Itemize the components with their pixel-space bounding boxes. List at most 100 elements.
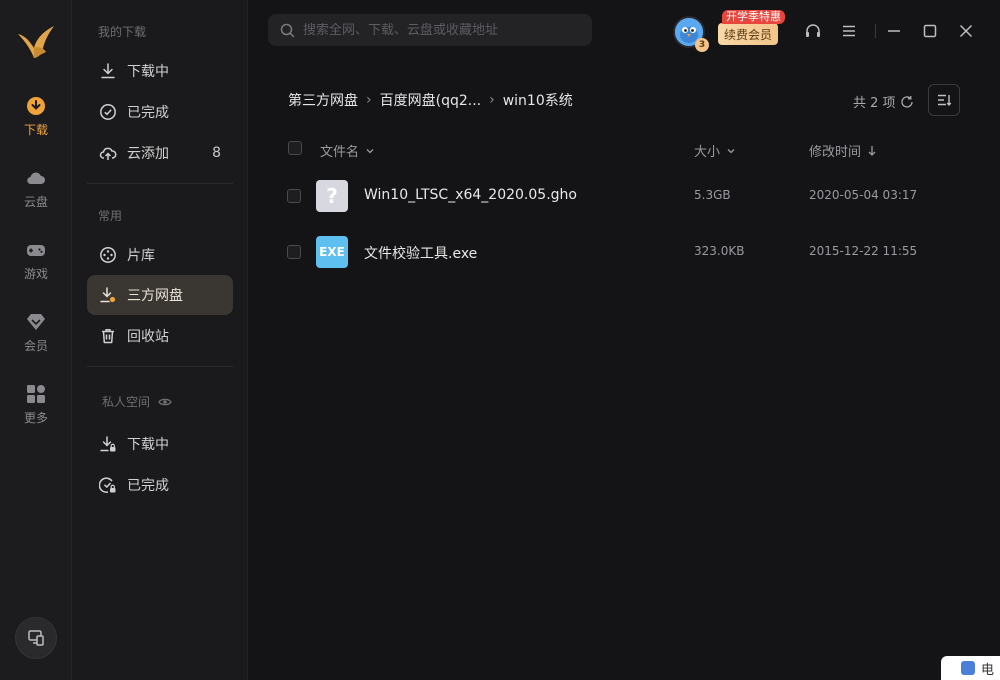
gamepad-icon xyxy=(27,245,45,256)
primary-nav-rail: 下载 云盘 游戏 会员 更多 xyxy=(0,0,72,680)
remote-device-button[interactable] xyxy=(15,617,57,659)
breadcrumb-item[interactable]: 百度网盘(qq2... xyxy=(380,90,482,110)
section-heading-my-downloads: 我的下载 xyxy=(98,25,147,39)
sidebar-item-private-completed[interactable]: 已完成 xyxy=(87,465,233,505)
file-modified: 2020-05-04 03:17 xyxy=(809,188,918,202)
rail-item-label: 更多 xyxy=(23,411,48,425)
close-icon[interactable] xyxy=(957,22,975,40)
floating-popup[interactable]: 电 xyxy=(941,656,1000,680)
sidebar-item-label: 下载中 xyxy=(127,437,169,453)
avatar[interactable]: 3 xyxy=(673,16,709,52)
vip-promo: 续费会员 开学季特惠 xyxy=(718,10,785,46)
search-icon xyxy=(280,23,295,37)
search-bar[interactable] xyxy=(268,14,592,46)
sidebar-item-completed[interactable]: 已完成 xyxy=(87,92,233,132)
rail-item-more[interactable]: 更多 xyxy=(0,383,72,439)
column-header-label: 文件名 xyxy=(320,145,360,160)
download-circle-icon xyxy=(27,97,45,115)
sidebar-item-label: 云添加 xyxy=(127,146,169,162)
sidebar-divider xyxy=(87,366,233,367)
sidebar-item-private-downloading[interactable]: 下载中 xyxy=(87,424,233,464)
grid-icon xyxy=(27,385,45,403)
download-arrow-icon xyxy=(101,63,115,79)
row-checkbox[interactable] xyxy=(287,189,301,203)
promo-tag: 开学季特惠 xyxy=(722,10,785,24)
chevron-down-icon xyxy=(727,148,735,153)
sidebar-item-label: 片库 xyxy=(127,248,155,264)
thunder-bird-logo-icon xyxy=(18,26,54,58)
breadcrumb-item[interactable]: 第三方网盘 xyxy=(288,90,358,110)
chevron-right-icon: › xyxy=(366,92,372,108)
check-circle-icon xyxy=(100,104,116,120)
sort-view-button[interactable] xyxy=(928,84,960,116)
column-header-modified[interactable]: 修改时间 xyxy=(809,141,877,160)
column-header-name[interactable]: 文件名 xyxy=(320,141,375,160)
sort-list-icon xyxy=(938,94,952,107)
file-modified: 2015-12-22 11:55 xyxy=(809,244,918,258)
renew-vip-button[interactable]: 续费会员 xyxy=(718,23,778,45)
refresh-icon[interactable] xyxy=(900,95,914,109)
sidebar-item-label: 三方网盘 xyxy=(127,288,183,304)
locked-download-icon xyxy=(100,436,116,452)
rail-item-label: 游戏 xyxy=(23,267,48,281)
sidebar-item-label: 已完成 xyxy=(127,105,169,121)
file-name[interactable]: 文件校验工具.exe xyxy=(364,243,477,263)
cloud-icon xyxy=(27,172,45,185)
exe-file-icon: EXE xyxy=(316,236,348,268)
titlebar-divider xyxy=(875,24,876,38)
sidebar-divider xyxy=(87,183,233,184)
remote-device-icon xyxy=(28,630,44,646)
column-header-size[interactable]: 大小 xyxy=(694,141,736,160)
secondary-sidebar: 我的下载 下载中 已完成 云添加 8 常用 片库 三方网盘 回收站 私人空间 下… xyxy=(72,0,248,680)
rail-item-vip[interactable]: 会员 xyxy=(0,311,72,367)
file-name[interactable]: Win10_LTSC_x64_2020.05.gho xyxy=(364,187,577,203)
sidebar-item-library[interactable]: 片库 xyxy=(87,235,233,275)
column-header-label: 大小 xyxy=(694,145,721,160)
file-size: 323.0KB xyxy=(694,244,745,258)
sidebar-item-third-party-disk[interactable]: 三方网盘 xyxy=(87,275,233,315)
sidebar-item-downloading[interactable]: 下载中 xyxy=(87,51,233,91)
table-row[interactable]: EXE 文件校验工具.exe 323.0KB 2015-12-22 11:55 xyxy=(270,226,980,278)
sidebar-item-label: 已完成 xyxy=(127,478,169,494)
vip-level-badge: 3 xyxy=(695,38,709,52)
select-all-checkbox[interactable] xyxy=(288,141,302,155)
chevron-right-icon: › xyxy=(489,92,495,108)
sidebar-item-recycle-bin[interactable]: 回收站 xyxy=(87,316,233,356)
rail-item-label: 下载 xyxy=(23,123,48,137)
arrow-down-icon xyxy=(868,145,876,156)
section-heading-private: 私人空间 xyxy=(102,393,172,410)
file-icon-glyph: ? xyxy=(326,184,338,208)
rail-item-cloud[interactable]: 云盘 xyxy=(0,167,72,223)
maximize-icon[interactable] xyxy=(921,22,939,40)
file-icon-glyph: EXE xyxy=(319,245,345,259)
search-input[interactable] xyxy=(303,22,583,38)
section-heading-common: 常用 xyxy=(98,209,123,223)
sidebar-item-label: 下载中 xyxy=(127,64,169,80)
rail-item-games[interactable]: 游戏 xyxy=(0,239,72,295)
section-heading-label: 私人空间 xyxy=(102,395,151,409)
minimize-icon[interactable] xyxy=(885,22,903,40)
sidebar-item-cloud-add[interactable]: 云添加 8 xyxy=(87,133,233,173)
rail-item-label: 云盘 xyxy=(23,195,48,209)
unknown-file-icon: ? xyxy=(316,180,348,212)
third-party-download-icon xyxy=(100,287,116,303)
eye-icon[interactable] xyxy=(158,395,172,409)
app-icon xyxy=(961,661,975,675)
column-header-label: 修改时间 xyxy=(809,145,862,160)
popup-text: 电 xyxy=(981,662,995,678)
rail-item-label: 会员 xyxy=(23,339,48,353)
item-count-text: 共 2 项 xyxy=(853,96,896,111)
rail-item-download[interactable]: 下载 xyxy=(0,95,72,151)
menu-icon[interactable] xyxy=(840,22,858,40)
diamond-icon xyxy=(27,314,45,330)
chevron-down-icon xyxy=(366,148,374,153)
row-checkbox[interactable] xyxy=(287,245,301,259)
headset-icon[interactable] xyxy=(804,22,822,40)
film-reel-icon xyxy=(100,247,116,263)
trash-icon xyxy=(102,329,114,344)
item-count: 共 2 项 xyxy=(853,92,914,111)
cloud-upload-icon xyxy=(99,147,117,160)
breadcrumb-item-current: win10系统 xyxy=(502,93,573,109)
table-row[interactable]: ? Win10_LTSC_x64_2020.05.gho 5.3GB 2020-… xyxy=(270,170,980,222)
file-size: 5.3GB xyxy=(694,188,731,202)
